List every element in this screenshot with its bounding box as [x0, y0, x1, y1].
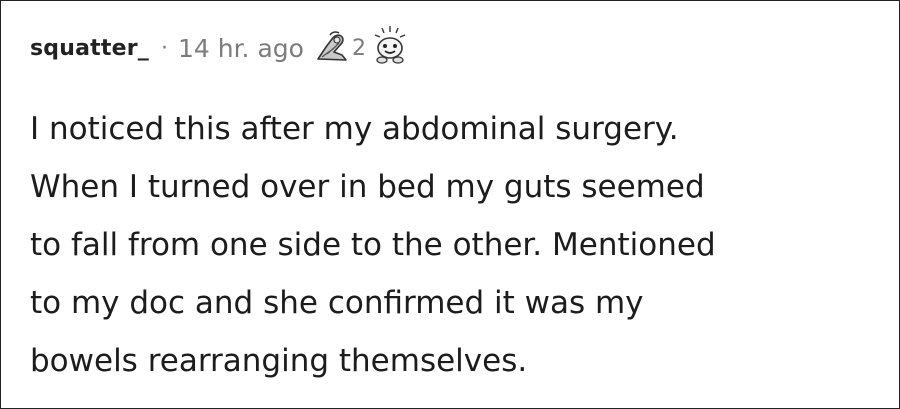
wholesome-seal-award-icon[interactable]	[372, 26, 408, 70]
comment-body-line: to fall from one side to the other. Ment…	[30, 227, 716, 263]
comment-card: squatter_ · 14 hr. ago 2 I noticed this …	[0, 0, 900, 409]
comment-body-line: When I turned over in bed my guts seemed	[30, 169, 705, 205]
arm-wrestle-award-icon[interactable]	[312, 29, 350, 67]
comment-timestamp[interactable]: 14 hr. ago	[178, 34, 304, 63]
comment-meta: squatter_ · 14 hr. ago 2	[30, 26, 408, 70]
comment-body: I noticed this after my abdominal surger…	[30, 100, 880, 390]
comment-body-line: to my doc and she confirmed it was my	[30, 285, 644, 321]
comment-username[interactable]: squatter_	[30, 36, 149, 61]
award-group[interactable]: 2	[312, 26, 408, 70]
award-count: 2	[351, 35, 366, 61]
comment-body-line: bowels rearranging themselves.	[30, 343, 528, 379]
comment-body-line: I noticed this after my abdominal surger…	[30, 111, 679, 147]
meta-separator: ·	[160, 35, 168, 61]
